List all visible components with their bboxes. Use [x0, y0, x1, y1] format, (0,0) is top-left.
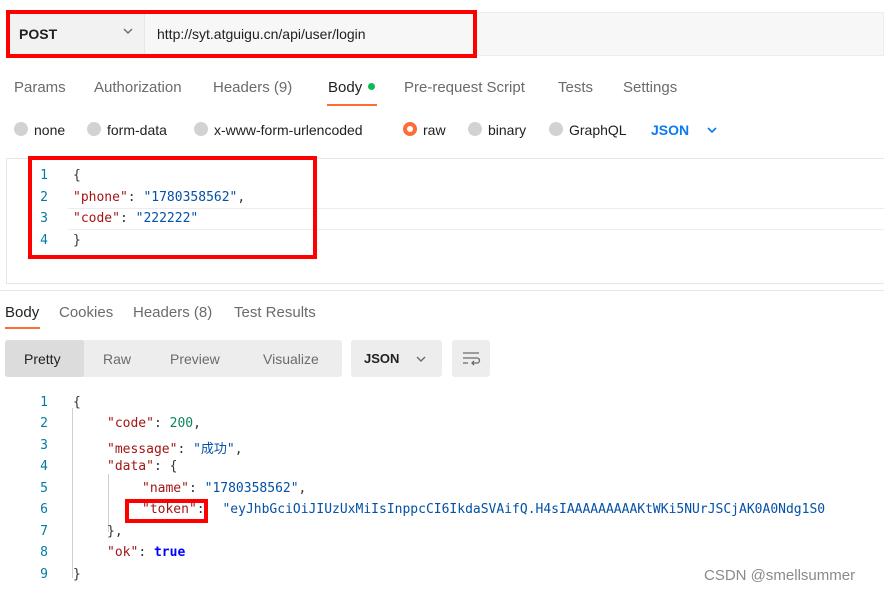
- line-number: 8: [40, 545, 48, 560]
- json-value: "1780358562": [204, 481, 299, 496]
- tab-authorization[interactable]: Authorization: [94, 79, 182, 96]
- view-preview[interactable]: Preview: [170, 351, 220, 367]
- radio-label-binary: binary: [488, 122, 527, 138]
- tab-body[interactable]: Body: [328, 79, 362, 96]
- radio-urlencoded[interactable]: [194, 122, 208, 136]
- json-line: "ok": true: [107, 545, 186, 560]
- chevron-down-icon[interactable]: [705, 123, 719, 137]
- response-tab-test-results[interactable]: Test Results: [234, 304, 316, 321]
- json-line: "message": "成功",: [107, 442, 243, 457]
- response-tab-headers[interactable]: Headers (8): [133, 304, 212, 321]
- json-brace: }: [73, 567, 81, 582]
- line-number: 2: [40, 416, 48, 431]
- highlight-box-body: [28, 156, 317, 259]
- line-number: 3: [40, 438, 48, 453]
- wrap-lines-icon: [463, 352, 481, 366]
- json-key: "ok": [107, 545, 139, 560]
- json-line: "code": 200,: [107, 416, 201, 431]
- tab-pre-request-script[interactable]: Pre-request Script: [404, 79, 525, 96]
- radio-label-raw: raw: [423, 122, 446, 138]
- body-active-dot: [368, 83, 375, 90]
- highlight-box-token: [125, 499, 208, 523]
- json-value: "成功": [193, 442, 235, 457]
- radio-label-form-data: form-data: [107, 122, 167, 138]
- json-key: "data": [107, 459, 154, 474]
- tab-settings[interactable]: Settings: [623, 79, 677, 96]
- watermark: CSDN @smellsummer: [704, 567, 856, 584]
- radio-raw[interactable]: [403, 122, 417, 136]
- view-mode-segment: Pretty Raw Preview Visualize: [5, 340, 342, 377]
- tab-tests[interactable]: Tests: [558, 79, 593, 96]
- json-line: "data": {: [107, 459, 178, 474]
- json-brace: },: [107, 524, 123, 539]
- response-tab-body[interactable]: Body: [5, 304, 39, 321]
- view-pretty[interactable]: Pretty: [24, 351, 61, 367]
- line-number: 4: [40, 459, 48, 474]
- radio-label-urlencoded: x-www-form-urlencoded: [214, 122, 363, 138]
- tab-params[interactable]: Params: [14, 79, 66, 96]
- json-value: 200: [169, 416, 194, 431]
- radio-binary[interactable]: [468, 122, 482, 136]
- tab-headers[interactable]: Headers (9): [213, 79, 292, 96]
- line-number: 5: [40, 481, 48, 496]
- radio-label-graphql: GraphQL: [569, 122, 627, 138]
- line-number: 7: [40, 524, 48, 539]
- json-line: "token": "eyJhbGciOiJIUzUxMiIsInppcCI6Ik…: [142, 502, 826, 517]
- line-number: 9: [40, 567, 48, 582]
- chevron-down-icon: [416, 356, 426, 362]
- response-tab-cookies[interactable]: Cookies: [59, 304, 113, 321]
- response-format-label: JSON: [364, 351, 400, 366]
- highlight-box-url: [6, 10, 477, 58]
- view-visualize[interactable]: Visualize: [263, 351, 319, 367]
- tab-underline: [327, 104, 377, 106]
- section-divider: [0, 290, 884, 291]
- json-value: true: [153, 545, 186, 560]
- tab-underline: [5, 327, 40, 329]
- radio-graphql[interactable]: [549, 122, 563, 136]
- json-value: "eyJhbGciOiJIUzUxMiIsInppcCI6IkdaSVAifQ.…: [222, 502, 826, 517]
- radio-form-data[interactable]: [87, 122, 101, 136]
- radio-label-none: none: [34, 122, 66, 138]
- wrap-lines-button[interactable]: [452, 340, 490, 377]
- line-number: 6: [40, 502, 48, 517]
- json-brace: {: [73, 395, 81, 410]
- response-format-select[interactable]: JSON: [351, 340, 442, 377]
- json-brace: {: [169, 459, 178, 474]
- json-key: "message": [107, 442, 178, 457]
- line-number: 1: [40, 395, 48, 410]
- json-key: "code": [107, 416, 154, 431]
- indent-guide: [72, 408, 73, 578]
- view-raw[interactable]: Raw: [103, 351, 131, 367]
- json-key: "name": [142, 481, 189, 496]
- body-format-select[interactable]: JSON: [651, 122, 689, 138]
- radio-none[interactable]: [14, 122, 28, 136]
- json-line: "name": "1780358562",: [142, 481, 307, 496]
